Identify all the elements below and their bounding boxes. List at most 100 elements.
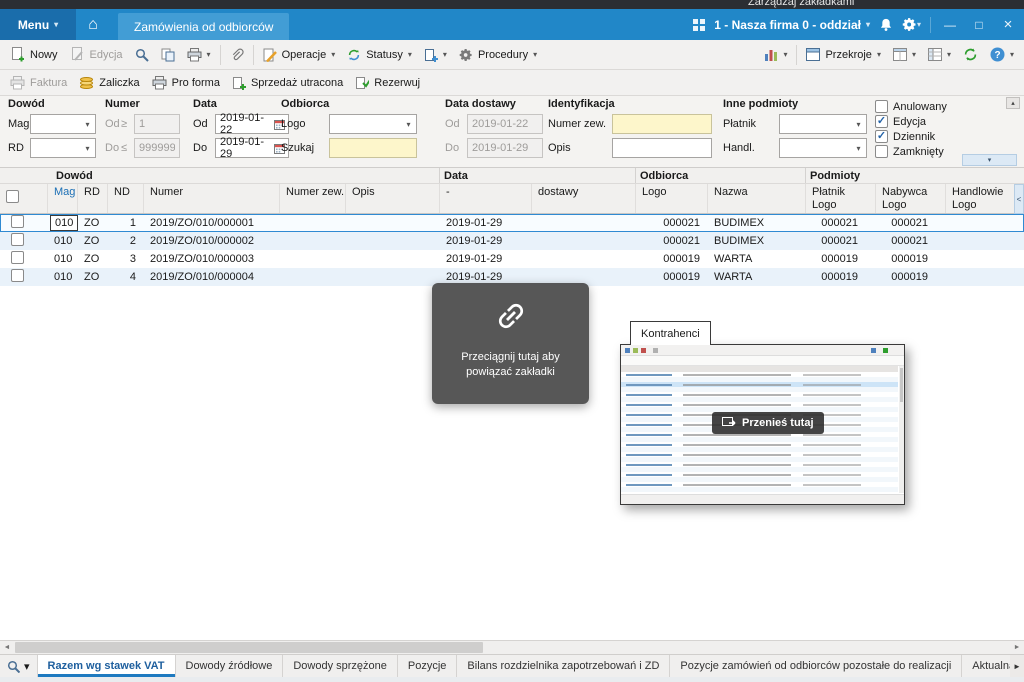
- table-row[interactable]: 010 ZO 2 2019/ZO/010/000002 2019-01-29 0…: [0, 232, 1024, 250]
- lost-sale-button[interactable]: Sprzedaż utracona: [226, 71, 349, 95]
- company-selector[interactable]: 1 - Nasza firma 0 - oddział ▾: [714, 18, 870, 32]
- dostawa-od-input[interactable]: [467, 114, 543, 134]
- statuses-button[interactable]: Statusy ▾: [341, 43, 418, 67]
- odbiorca-logo-select[interactable]: ▾: [329, 114, 417, 134]
- main-toolbar: Nowy Edycja ▾: [0, 40, 1024, 70]
- search-button[interactable]: [129, 43, 155, 67]
- column-layout-button[interactable]: ▾: [922, 43, 957, 67]
- bottom-tab-bilans-rozdzielnika[interactable]: Bilans rozdzielnika zapotrzebowań i ZD: [457, 655, 670, 677]
- cell-data: 2019-01-29: [440, 235, 532, 247]
- col-platnik[interactable]: Płatnik Logo: [806, 184, 876, 213]
- dragged-tab-kontrahenci[interactable]: Kontrahenci: [630, 321, 711, 345]
- minimize-button[interactable]: —: [940, 18, 960, 32]
- views-button[interactable]: Przekroje ▾: [800, 43, 886, 67]
- tabs-scroll-right-button[interactable]: ►: [1010, 655, 1024, 677]
- close-button[interactable]: ×: [998, 16, 1018, 33]
- refresh-button[interactable]: [957, 43, 984, 67]
- related-documents-button[interactable]: ▾: [418, 43, 453, 67]
- col-handlowiec[interactable]: Handlowie Logo: [946, 184, 1024, 213]
- bottom-tab-dowody-sprzezone[interactable]: Dowody sprzężone: [283, 655, 398, 677]
- invoice-button[interactable]: Faktura: [4, 71, 73, 95]
- preview-tool-button[interactable]: ▾: [0, 655, 38, 677]
- grid-layout-button[interactable]: ▾: [887, 43, 922, 67]
- home-button[interactable]: ⌂: [76, 9, 110, 40]
- bottom-tab-pozycje[interactable]: Pozycje: [398, 655, 458, 677]
- move-here-label: Przenieś tutaj: [742, 417, 814, 429]
- select-all-checkbox[interactable]: [6, 190, 19, 203]
- scroll-right-button[interactable]: ►: [1010, 641, 1024, 654]
- col-logo[interactable]: Logo: [636, 184, 708, 213]
- checkbox[interactable]: [875, 100, 888, 113]
- mag-select[interactable]: ▾: [30, 114, 96, 134]
- scroll-left-button[interactable]: ◄: [0, 641, 14, 654]
- move-here-button[interactable]: Przenieś tutaj: [712, 412, 824, 434]
- flag-anulowany[interactable]: Anulowany: [875, 100, 947, 113]
- platnik-select[interactable]: ▾: [779, 114, 867, 134]
- row-checkbox[interactable]: [11, 269, 24, 282]
- data-do-input[interactable]: 2019-01-29: [215, 138, 289, 158]
- bottom-tab-pozycje-zamowien[interactable]: Pozycje zamówień od odbiorców pozostałe …: [670, 655, 962, 677]
- table-row[interactable]: 010 ZO 1 2019/ZO/010/000001 2019-01-29 0…: [0, 214, 1024, 232]
- tab-zamowienia-od-odbiorcow[interactable]: Zamówienia od odbiorców: [118, 13, 289, 40]
- flag-dziennik[interactable]: ✓ Dziennik: [875, 130, 935, 143]
- table-row[interactable]: 010 ZO 3 2019/ZO/010/000003 2019-01-29 0…: [0, 250, 1024, 268]
- col-nabywca[interactable]: Nabywca Logo: [876, 184, 946, 213]
- scroll-up-button[interactable]: ▴: [1006, 97, 1020, 109]
- col-data[interactable]: -: [440, 184, 532, 213]
- apps-grid-icon[interactable]: [693, 19, 705, 31]
- checkbox[interactable]: ✓: [875, 130, 888, 143]
- chevron-down-icon: ▾: [947, 50, 951, 59]
- collapse-right-panel-button[interactable]: <: [1014, 184, 1024, 214]
- col-nazwa[interactable]: Nazwa: [708, 184, 806, 213]
- printer-icon: [187, 48, 202, 62]
- new-button[interactable]: Nowy: [4, 43, 64, 67]
- cell-nazwa: WARTA: [708, 271, 806, 283]
- rd-select[interactable]: ▾: [30, 138, 96, 158]
- checkbox[interactable]: ✓: [875, 115, 888, 128]
- bottom-tab-razem-wg-stawek-vat[interactable]: Razem wg stawek VAT: [38, 655, 176, 677]
- flag-edycja[interactable]: ✓ Edycja: [875, 115, 926, 128]
- col-dostawy[interactable]: dostawy: [532, 184, 636, 213]
- menu-button[interactable]: Menu ▾: [0, 9, 76, 40]
- horizontal-scrollbar[interactable]: ◄ ►: [0, 640, 1024, 654]
- maximize-button[interactable]: □: [969, 18, 989, 32]
- col-nd[interactable]: ND: [108, 184, 144, 213]
- opis-input[interactable]: [612, 138, 712, 158]
- col-numer[interactable]: Numer: [144, 184, 280, 213]
- dostawa-do-input[interactable]: [467, 138, 543, 158]
- reserve-button[interactable]: Rezerwuj: [349, 71, 426, 95]
- row-checkbox[interactable]: [11, 251, 24, 264]
- bottom-tab-dowody-zrodlowe[interactable]: Dowody źródłowe: [176, 655, 284, 677]
- bell-icon[interactable]: [879, 17, 893, 32]
- cell-mag: 010: [48, 253, 78, 265]
- flag-zamkniety[interactable]: Zamknięty: [875, 145, 944, 158]
- attachments-button[interactable]: [224, 43, 250, 67]
- filters-collapse-button[interactable]: ▾: [962, 154, 1017, 166]
- advance-payment-button[interactable]: Zaliczka: [73, 71, 145, 95]
- operations-button[interactable]: Operacje ▾: [257, 43, 342, 67]
- col-rd[interactable]: RD: [78, 184, 108, 213]
- procedures-button[interactable]: Procedury ▾: [453, 43, 543, 67]
- numer-zew-input[interactable]: [612, 114, 712, 134]
- checkbox[interactable]: [875, 145, 888, 158]
- data-od-input[interactable]: 2019-01-22: [215, 114, 289, 134]
- print-button[interactable]: ▾: [181, 43, 217, 67]
- help-button[interactable]: ? ▾: [984, 43, 1020, 67]
- edit-button[interactable]: Edycja: [64, 43, 129, 67]
- szukaj-input[interactable]: [329, 138, 417, 158]
- pro-forma-button[interactable]: Pro forma: [146, 71, 226, 95]
- link-tabs-dropzone[interactable]: Przeciągnij tutaj aby powiązać zakładki: [432, 283, 589, 404]
- row-checkbox[interactable]: [11, 215, 24, 228]
- chevron-down-icon: ▾: [24, 660, 30, 673]
- col-opis[interactable]: Opis: [346, 184, 440, 213]
- col-numer-zew[interactable]: Numer zew.: [280, 184, 346, 213]
- handl-select[interactable]: ▾: [779, 138, 867, 158]
- scrollbar-thumb[interactable]: [15, 642, 483, 653]
- row-checkbox[interactable]: [11, 233, 24, 246]
- numer-od-input[interactable]: [134, 114, 180, 134]
- chart-button[interactable]: ▾: [758, 43, 793, 67]
- numer-do-input[interactable]: [134, 138, 180, 158]
- col-mag[interactable]: Mag: [48, 184, 78, 213]
- settings-gear-icon[interactable]: ▾: [902, 17, 921, 32]
- copy-button[interactable]: [155, 43, 181, 67]
